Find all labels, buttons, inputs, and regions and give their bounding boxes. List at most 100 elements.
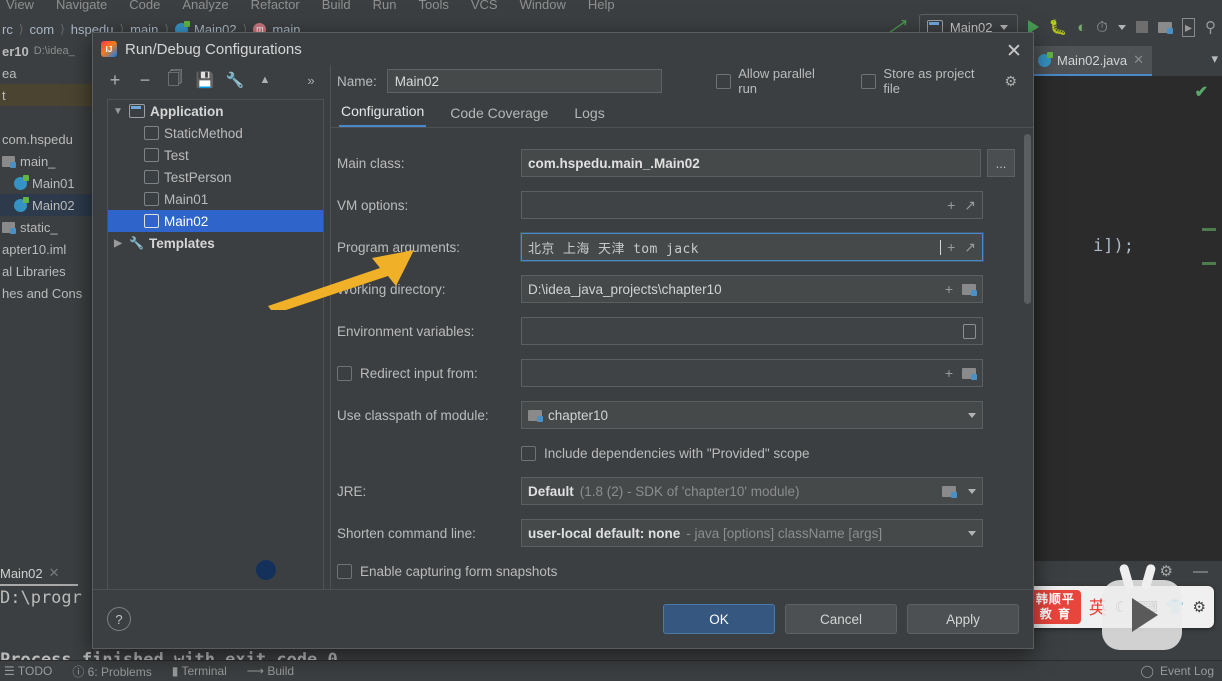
include-provided-checkbox[interactable]: Include dependencies with "Provided" sco… — [337, 436, 1015, 470]
folder-icon[interactable] — [962, 367, 977, 380]
menu-item-vcs[interactable]: VCS — [471, 0, 498, 12]
project-row-idea[interactable]: ea — [0, 62, 92, 84]
shorten-command-line-combo[interactable]: user-local default: none - java [options… — [521, 519, 983, 547]
video-play-overlay[interactable] — [1102, 563, 1182, 650]
add-icon[interactable]: + — [945, 281, 953, 297]
project-row-main-package[interactable]: main_ — [0, 150, 92, 172]
capture-snapshots-checkbox[interactable]: Enable capturing form snapshots — [337, 554, 1015, 588]
vm-options-input[interactable]: + ↗ — [521, 191, 983, 219]
menu-item-view[interactable]: View — [6, 0, 34, 12]
chevron-down-icon[interactable] — [968, 412, 976, 418]
tab-logs[interactable]: Logs — [572, 105, 606, 127]
configurations-toolbar[interactable]: + − 🗍 💾 🔧 ▲ » — [93, 65, 330, 95]
status-item-event-log[interactable]: ◯ Event Log — [1141, 664, 1214, 678]
run-debug-configurations-dialog[interactable]: Run/Debug Configurations ✕ + − 🗍 💾 🔧 ▲ »… — [92, 32, 1034, 649]
tab-code-coverage[interactable]: Code Coverage — [448, 105, 550, 127]
checkbox-box[interactable] — [337, 365, 352, 381]
breadcrumb-item-com[interactable]: com — [30, 22, 55, 37]
working-directory-input[interactable]: D:\idea_java_projects\chapter10 + — [521, 275, 983, 303]
edit-variables-icon[interactable] — [963, 323, 976, 339]
search-icon[interactable]: ⚲ — [1205, 18, 1216, 36]
close-icon[interactable]: ✕ — [49, 565, 60, 581]
folder-icon[interactable] — [942, 485, 957, 498]
menu-item-help[interactable]: Help — [588, 0, 615, 12]
chevron-down-icon[interactable] — [968, 488, 976, 494]
redirect-input-field[interactable]: + — [521, 359, 983, 387]
project-row-external-libraries[interactable]: al Libraries — [0, 260, 92, 282]
tree-node-main01[interactable]: Main01 — [108, 188, 323, 210]
add-icon[interactable]: + — [945, 365, 953, 381]
dialog-close-button[interactable]: ✕ — [1001, 39, 1027, 63]
checkbox-box[interactable] — [716, 73, 732, 89]
checkbox-box[interactable] — [861, 73, 877, 89]
menu-item-analyze[interactable]: Analyze — [182, 0, 228, 12]
move-up-icon[interactable]: ▲ — [257, 72, 273, 88]
chevron-down-icon[interactable] — [968, 530, 976, 536]
tab-configuration[interactable]: Configuration — [339, 103, 427, 127]
environment-variables-input[interactable] — [521, 317, 983, 345]
project-row-main02[interactable]: Main02 — [0, 194, 92, 216]
status-item-build[interactable]: ⟶ Build — [247, 664, 294, 678]
tree-node-main02[interactable]: Main02 — [108, 210, 323, 232]
editor-area[interactable] — [1030, 76, 1222, 561]
add-icon[interactable]: + — [947, 197, 955, 213]
project-row-iml[interactable]: apter10.iml — [0, 238, 92, 260]
tree-node-staticmethod[interactable]: StaticMethod — [108, 122, 323, 144]
tree-node-testperson[interactable]: TestPerson — [108, 166, 323, 188]
minimize-icon[interactable]: — — [1193, 563, 1208, 580]
configurations-tree[interactable]: ▼ Application StaticMethod Test TestPers… — [107, 99, 324, 590]
inspection-status-icon[interactable]: ✔ — [1195, 82, 1208, 102]
store-as-project-file-checkbox[interactable]: Store as project file — [861, 66, 990, 96]
vm-options-adornments[interactable]: + ↗ — [947, 197, 976, 214]
wrench-icon[interactable]: 🔧 — [226, 72, 245, 89]
project-row-main01[interactable]: Main01 — [0, 172, 92, 194]
chevron-down-icon[interactable]: ▼ — [112, 106, 124, 117]
remove-icon[interactable]: − — [137, 70, 153, 90]
redirect-input-adornments[interactable]: + — [945, 365, 977, 381]
menu-item-code[interactable]: Code — [129, 0, 160, 12]
save-icon[interactable]: 💾 — [196, 72, 215, 89]
main-class-browse-button[interactable]: ... — [987, 149, 1015, 177]
breadcrumb-item-src[interactable]: rc — [2, 22, 13, 37]
form-scrollbar[interactable] — [1024, 134, 1031, 494]
scrollbar-thumb[interactable] — [1024, 134, 1031, 304]
chevron-down-icon[interactable]: ▾ — [1211, 51, 1218, 67]
run-tool-window-tab[interactable]: Main02 ✕ — [0, 562, 92, 584]
editor-tab-main02[interactable]: Main02.java ✕ — [1030, 46, 1153, 76]
gear-icon[interactable]: ⚙ — [1160, 562, 1173, 580]
menu-item-run[interactable]: Run — [373, 0, 397, 12]
apply-button[interactable]: Apply — [907, 604, 1019, 634]
tree-node-application[interactable]: ▼ Application — [108, 100, 323, 122]
tool-window-controls[interactable]: ⚙ — — [1160, 562, 1208, 581]
program-arguments-input[interactable]: 北京 上海 天津 tom jack + ↗ — [521, 233, 983, 261]
menu-item-navigate[interactable]: Navigate — [56, 0, 107, 12]
add-icon[interactable]: + — [107, 70, 123, 90]
project-row-chapter10[interactable]: er10 D:\idea_ — [0, 40, 92, 62]
add-icon[interactable]: + — [947, 239, 955, 255]
gear-icon[interactable]: ⚙ — [1004, 73, 1017, 90]
jre-combo[interactable]: Default (1.8 (2) - SDK of 'chapter10' mo… — [521, 477, 983, 505]
menu-item-tools[interactable]: Tools — [419, 0, 449, 12]
stop-icon[interactable] — [1135, 21, 1148, 33]
allow-parallel-run-checkbox[interactable]: Allow parallel run — [716, 66, 833, 96]
working-directory-adornments[interactable]: + — [945, 281, 977, 297]
toolbox-icon[interactable]: ⚙ — [1193, 598, 1206, 616]
menu-item-refactor[interactable]: Refactor — [251, 0, 300, 12]
project-row-static[interactable]: static_ — [0, 216, 92, 238]
ok-button[interactable]: OK — [663, 604, 775, 634]
profiler-icon[interactable]: ⏱ — [1096, 19, 1108, 36]
folder-icon[interactable] — [962, 283, 977, 296]
more-icon[interactable]: » — [303, 72, 319, 88]
coverage-icon[interactable]: ◐ — [1077, 19, 1086, 36]
program-arguments-adornments[interactable]: + ↗ — [947, 239, 976, 256]
debug-icon[interactable]: 🐛 — [1049, 18, 1068, 36]
project-structure-icon[interactable] — [1157, 21, 1173, 34]
redirect-input-checkbox[interactable]: Redirect input from: — [337, 365, 521, 381]
expand-icon[interactable]: ↗ — [964, 197, 976, 214]
help-button[interactable]: ? — [107, 607, 131, 631]
menu-item-window[interactable]: Window — [520, 0, 566, 12]
checkbox-box[interactable] — [337, 563, 352, 579]
project-row-package[interactable]: com.hspedu — [0, 128, 92, 150]
close-icon[interactable]: ✕ — [1133, 52, 1144, 68]
status-bar[interactable]: ☰ TODO ⓘ 6: Problems ▮ Terminal ⟶ Build … — [0, 660, 1222, 681]
